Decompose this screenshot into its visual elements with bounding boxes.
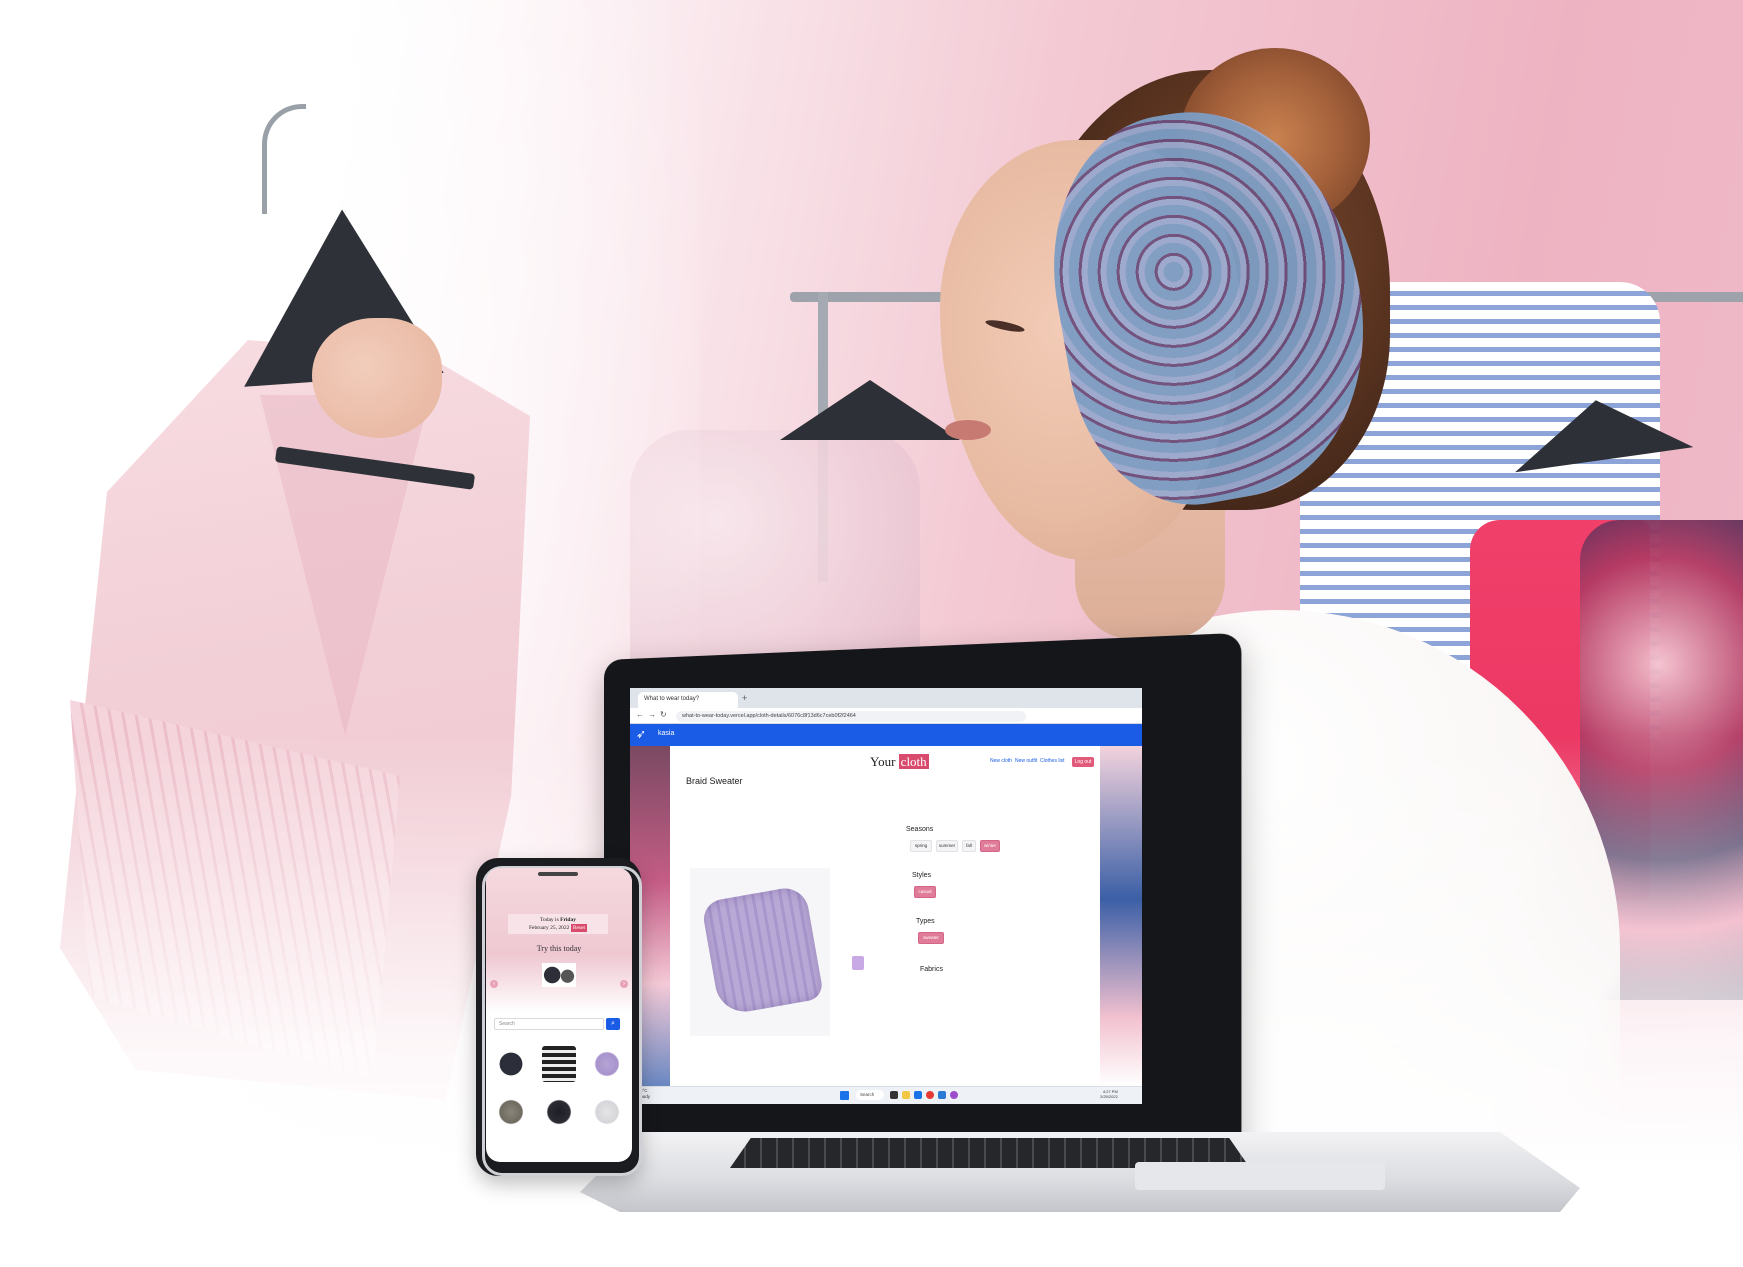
cloth-thumb-coat[interactable] [494,1094,528,1130]
phone-search-input[interactable]: Search [494,1018,604,1030]
phone-speaker [538,872,578,876]
today-day: Friday [560,917,576,923]
logout-button[interactable]: Log out [1072,757,1094,767]
forward-arrow-icon[interactable]: → [648,710,656,719]
styles-label: Styles [912,872,932,879]
file-explorer-icon[interactable] [902,1091,910,1099]
cloth-thumb-sweater[interactable] [590,1046,624,1082]
app-icon[interactable] [950,1091,958,1099]
taskbar-clock[interactable]: 4:27 PM 2/25/2022 [1100,1089,1118,1099]
chrome-icon[interactable] [926,1091,934,1099]
taskbar [630,1086,1142,1104]
brand-accent: cloth [898,754,929,769]
search-icon[interactable]: ⌕ [606,1018,620,1030]
chip-casual[interactable]: casual [914,886,936,898]
today-button[interactable]: Reset [570,924,588,932]
next-arrow-icon[interactable]: › [620,980,628,988]
prev-arrow-icon[interactable]: ‹ [490,980,498,988]
browser-tab[interactable]: What to wear today? [638,692,738,708]
chip-summer[interactable]: summer [936,840,958,852]
cloth-thumb-striped-top[interactable] [542,1046,576,1082]
today-date: February 25, 2022 [528,925,570,931]
new-tab-button[interactable]: + [742,693,747,703]
browser-tabbar: What to wear today? + [630,688,1142,708]
back-arrow-icon[interactable]: ← [636,710,644,719]
site-header [630,724,1142,746]
phone-hero-photo [486,868,632,1013]
chip-winter[interactable]: winter [980,840,1000,852]
sweater-icon [700,884,825,1017]
types-label: Types [916,918,935,925]
start-icon[interactable] [840,1091,849,1100]
menu-new-outfit[interactable]: New outfit [1015,758,1037,764]
phone-screen: Today is Friday February 25, 2022 Reset … [486,868,632,1162]
side-photo-right [1100,746,1142,1086]
menu-clothes-list[interactable]: Clothes list [1040,758,1064,764]
taskview-icon[interactable] [890,1091,898,1099]
taskbar-search[interactable]: Search [856,1090,884,1100]
chip-spring[interactable]: spring [910,840,932,852]
reload-icon[interactable]: ↻ [660,710,667,719]
today-prefix: Today is [540,917,559,923]
outfit-suggestion[interactable] [542,963,576,987]
color-swatch [852,956,864,970]
fabrics-label: Fabrics [920,966,943,973]
try-this-today: Try this today [536,944,582,953]
clock-date: 2/25/2022 [1100,1094,1118,1099]
address-bar[interactable]: what-to-wear-today.vercel.app/cloth-deta… [676,711,1026,722]
laptop-screen: What to wear today? + ← → ↻ what-to-wear… [630,688,1142,1104]
menu-new-cloth[interactable]: New cloth [990,758,1012,764]
cloth-thumb-graphic-tee[interactable] [542,1094,576,1130]
seasons-label: Seasons [906,826,934,833]
chip-fall[interactable]: fall [962,840,976,852]
user-name: kasia [658,730,675,737]
cloth-thumb-jeans[interactable] [494,1046,528,1082]
cloth-thumb-white-top[interactable] [590,1094,624,1130]
chip-sweater[interactable]: sweater [918,932,944,944]
item-title: Braid Sweater [686,776,743,786]
edge-icon[interactable] [914,1091,922,1099]
brand-prefix: Your [870,754,896,769]
bird-logo-icon[interactable]: ➶ [636,727,650,743]
today-banner: Today is Friday February 25, 2022 Reset [508,914,608,934]
vscode-icon[interactable] [938,1091,946,1099]
brand-logo[interactable]: Your cloth [870,754,929,770]
laptop-trackpad [1135,1162,1385,1190]
